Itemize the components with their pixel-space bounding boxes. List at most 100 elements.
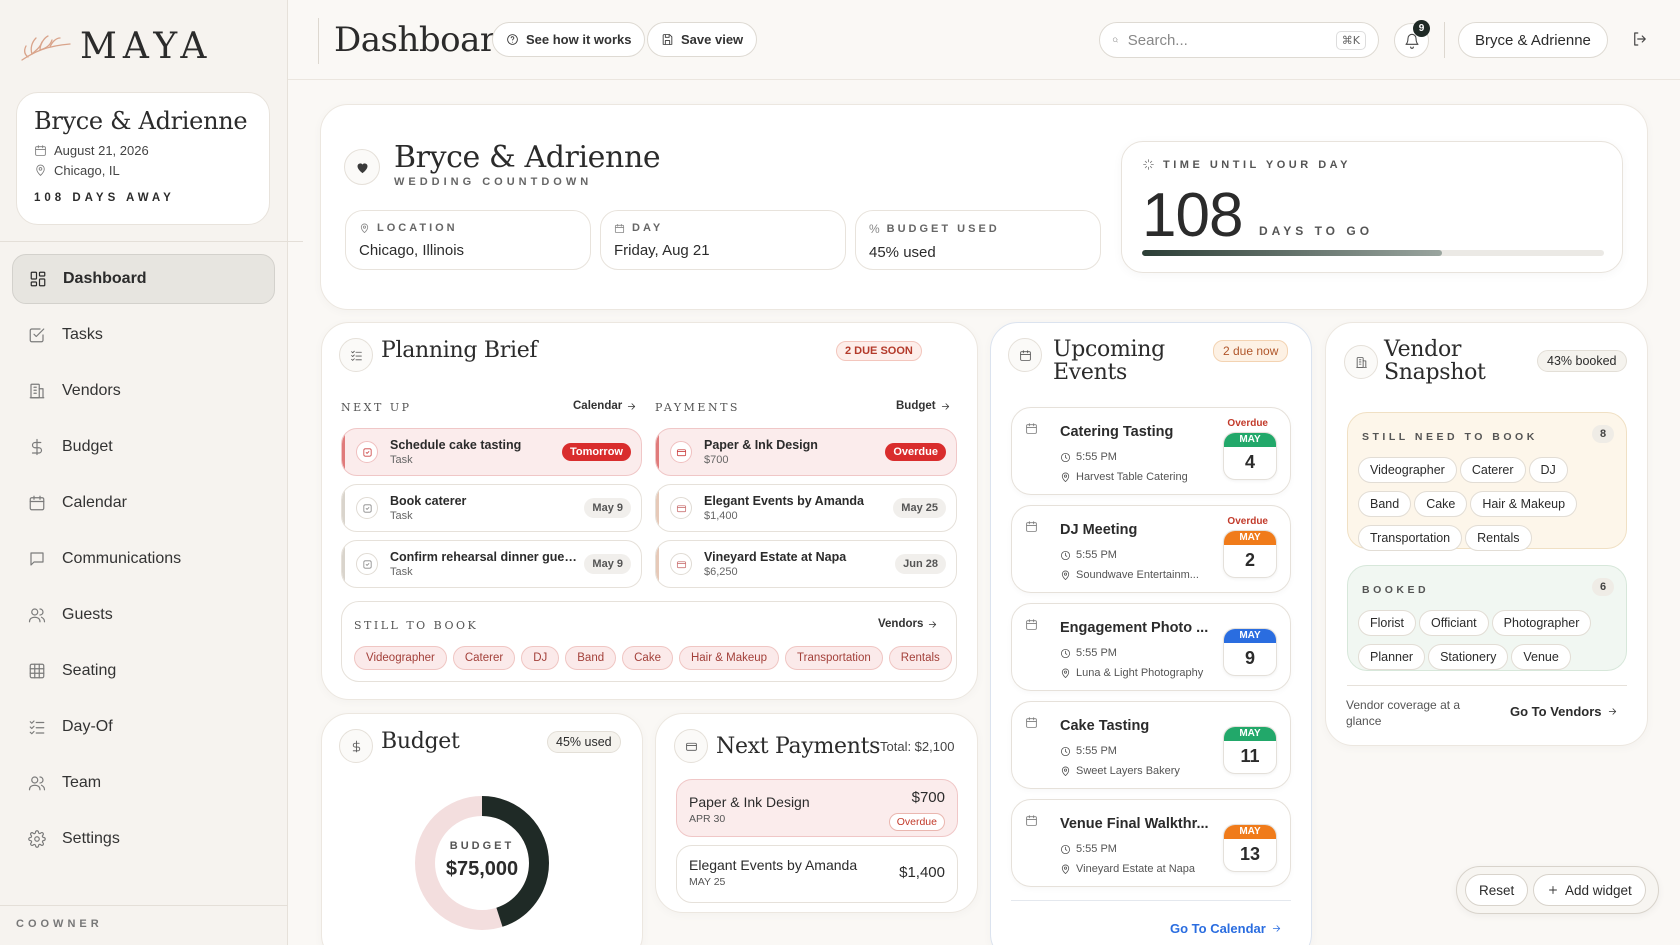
logout-icon[interactable] [1631,30,1649,48]
search-input[interactable] [1127,31,1327,49]
event-item[interactable]: Catering Tasting 5:55 PM Harvest Table C… [1011,407,1291,495]
save-view-button[interactable]: Save view [647,22,758,57]
brand-logo[interactable]: MAYA [20,26,212,67]
vendor-chip[interactable]: Band [1358,491,1412,517]
vendor-chip[interactable]: Videographer [354,646,447,670]
vendor-chip[interactable]: Transportation [785,646,883,670]
event-place: Harvest Table Catering [1076,471,1188,483]
building-icon [1355,356,1367,368]
calendar-link[interactable]: Calendar [573,400,637,412]
event-item[interactable]: DJ Meeting 5:55 PM Soundwave Entertainm.… [1011,505,1291,593]
budget-link[interactable]: Budget [896,400,951,412]
vendor-chip[interactable]: Caterer [452,646,516,670]
add-widget-label: Add widget [1565,882,1632,898]
sidebar-item-team[interactable]: Team [12,758,275,808]
countdown-box: TIME UNTIL YOUR DAY 108 DAYS TO GO [1121,141,1623,273]
task-row[interactable]: Confirm rehearsal dinner guest... Task M… [341,540,642,588]
see-how-it-works-button[interactable]: See how it works [492,22,646,57]
payment-row[interactable]: Elegant Events by Amanda $1,400 May 25 [655,484,957,532]
notifications-button[interactable]: 9 [1394,20,1430,58]
event-item[interactable]: Cake Tasting 5:55 PM Sweet Layers Bakery… [1011,701,1291,789]
sidebar-item-seating[interactable]: Seating [12,646,275,696]
still-need-to-book-box: STILL NEED TO BOOK 8 Videographer Caterer… [1347,412,1627,551]
vendor-chip[interactable]: Planner [1358,644,1426,670]
countdown-progress-bar [1142,250,1604,256]
sidebar-item-communications[interactable]: Communications [12,534,275,584]
vendor-chip[interactable]: Cake [1414,491,1468,517]
event-date-box: MAY 11 [1223,726,1277,774]
couple-date: August 21, 2026 [54,143,149,158]
payment-row[interactable]: Paper & Ink Design $700 Overdue [655,428,957,476]
row-accent [656,485,659,531]
vendor-chip[interactable]: Hair & Makeup [1470,491,1578,517]
vendor-chip[interactable]: Hair & Makeup [678,646,780,670]
location-value: Chicago, Illinois [359,242,465,259]
vendor-snapshot-title: Vendor Snapshot [1384,338,1486,384]
sidebar-item-guests[interactable]: Guests [12,590,275,640]
vendor-chip[interactable]: Photographer [1491,610,1592,636]
vendor-chip[interactable]: Videographer [1358,457,1457,483]
payment-row[interactable]: Vineyard Estate at Napa $6,250 Jun 28 [655,540,957,588]
go-to-calendar-link[interactable]: Go To Calendar [1170,921,1282,936]
vendor-chip[interactable]: Rentals [888,646,952,670]
add-widget-button[interactable]: Add widget [1533,874,1646,906]
vendor-chip[interactable]: Cake [622,646,673,670]
event-item[interactable]: Venue Final Walkthr... 5:55 PM Vineyard … [1011,799,1291,887]
vendor-chip[interactable]: Transportation [1358,525,1463,551]
event-time-row: 5:55 PM [1060,549,1210,561]
payment-icon-badge [670,497,692,519]
leaf-branch-icon [21,34,71,61]
event-day: 9 [1244,648,1255,668]
sidebar-item-label: Guests [62,606,113,623]
sidebar-item-calendar[interactable]: Calendar [12,478,275,528]
sidebar-item-day-of[interactable]: Day-Of [12,702,275,752]
payment-item[interactable]: Paper & Ink Design APR 30 $700 Overdue [676,779,958,837]
sidebar-item-settings[interactable]: Settings [12,814,275,864]
search-bar[interactable]: ⌘K [1099,22,1379,58]
event-date-box: MAY 9 [1223,628,1277,676]
vendor-chip[interactable]: Band [565,646,617,670]
location-pin-icon [1061,472,1070,482]
task-type: Task [390,454,413,466]
vendor-footer-text: Vendor coverage at a glance [1346,698,1461,728]
vendor-chip[interactable]: Officiant [1419,610,1489,636]
row-accent [342,485,345,531]
task-checkbox[interactable] [356,553,378,575]
event-day: 2 [1244,550,1255,570]
event-item[interactable]: Engagement Photo ... 5:55 PM Luna & Ligh… [1011,603,1291,691]
payment-text: Vineyard Estate at Napa $6,250 [704,550,889,578]
task-title: Book caterer [390,494,467,508]
sidebar-item-dashboard[interactable]: Dashboard [12,254,275,304]
sidebar-item-tasks[interactable]: Tasks [12,310,275,360]
due-tag: May 25 [893,498,946,518]
vendor-chip[interactable]: DJ [1528,457,1568,483]
payment-item[interactable]: Elegant Events by Amanda MAY 25 $1,400 [676,845,958,903]
due-tag: Overdue [885,443,946,461]
vendor-chip[interactable]: Stationery [1428,644,1509,670]
vendor-chip[interactable]: Caterer [1459,457,1526,483]
payment-text: Paper & Ink Design $700 [704,438,885,466]
reset-button[interactable]: Reset [1465,874,1529,906]
task-checkbox[interactable] [356,441,378,463]
due-soon-badge: 2 DUE SOON [836,341,922,361]
sidebar-item-budget[interactable]: Budget [12,422,275,472]
vendor-chip[interactable]: DJ [521,646,560,670]
vendor-chip[interactable]: Florist [1358,610,1417,636]
task-row[interactable]: Schedule cake tasting Task Tomorrow [341,428,642,476]
vendors-link[interactable]: Vendors [878,618,938,630]
vendor-chip[interactable]: Venue [1511,644,1571,670]
grid-icon [30,271,46,287]
event-month: MAY [1224,531,1276,545]
event-time: 5:55 PM [1076,843,1117,855]
task-row[interactable]: Book caterer Task May 9 [341,484,642,532]
sidebar-item-label: Seating [62,662,117,679]
couple-card[interactable]: Bryce & Adrienne August 21, 2026 Chicago… [16,92,270,225]
go-to-calendar-label: Go To Calendar [1170,921,1266,936]
task-checkbox[interactable] [356,497,378,519]
user-menu-button[interactable]: Bryce & Adrienne [1458,22,1608,58]
vendor-chip[interactable]: Rentals [1465,525,1532,551]
sidebar-item-vendors[interactable]: Vendors [12,366,275,416]
go-to-vendors-link[interactable]: Go To Vendors [1510,704,1618,719]
event-place-row: Vineyard Estate at Napa [1060,863,1210,875]
event-date-box: MAY 2 [1223,530,1277,578]
